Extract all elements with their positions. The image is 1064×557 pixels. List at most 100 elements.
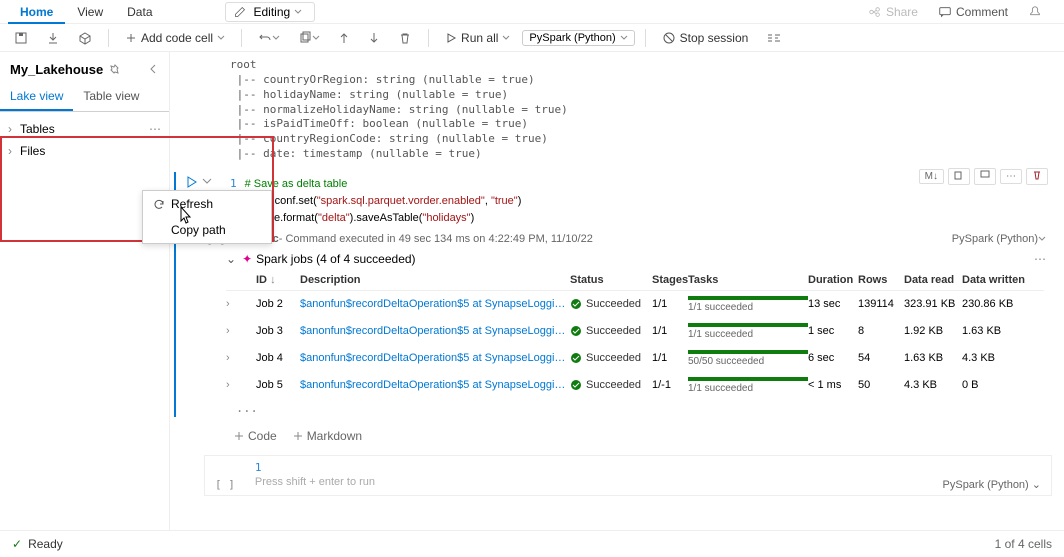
tab-view[interactable]: View xyxy=(65,0,115,24)
variables-icon xyxy=(766,31,782,45)
add-cell-row: Code Markdown xyxy=(174,421,1064,451)
editing-mode-dropdown[interactable]: Editing xyxy=(225,2,316,22)
cell-more-button[interactable]: ⋯ xyxy=(1000,169,1022,184)
comment-icon xyxy=(938,5,952,19)
table-header: ID ↓ Description Status Stages Tasks Dur… xyxy=(226,270,1044,291)
plus-icon xyxy=(125,32,137,44)
expand-row-button[interactable]: › xyxy=(226,352,256,364)
collapse-sidebar-button[interactable] xyxy=(149,62,159,77)
stop-session-button[interactable]: Stop session xyxy=(656,27,755,49)
success-icon xyxy=(570,352,582,364)
comment-button[interactable]: Comment xyxy=(928,5,1018,19)
share-icon xyxy=(868,5,882,19)
tree-item-tables[interactable]: › Tables ⋯ xyxy=(0,118,169,140)
code-content[interactable]: # Save as delta table spark.conf.set("sp… xyxy=(245,176,522,227)
trash-icon xyxy=(398,31,412,45)
cell-comment-button[interactable] xyxy=(974,168,996,185)
check-circle-icon: ✓ xyxy=(12,537,22,551)
comment-icon xyxy=(980,170,990,180)
save-icon xyxy=(14,31,28,45)
more-icon[interactable]: ⋯ xyxy=(1034,252,1046,266)
spark-jobs-table: ID ↓ Description Status Stages Tasks Dur… xyxy=(226,270,1044,399)
chevron-down-icon[interactable] xyxy=(1038,235,1046,243)
properties-button[interactable] xyxy=(72,27,98,49)
bell-icon xyxy=(1028,5,1042,19)
arrow-up-icon xyxy=(338,31,350,45)
cell-count: 1 of 4 cells xyxy=(995,537,1052,551)
sidebar: My_Lakehouse Lake view Table view › Tabl… xyxy=(0,52,170,530)
execution-status: [5] ✓ 49 sec - Command executed in 49 se… xyxy=(176,231,1058,248)
cell-delete-button[interactable] xyxy=(1026,168,1048,185)
undo-icon xyxy=(258,31,272,45)
save-button[interactable] xyxy=(8,27,34,49)
job-description-link[interactable]: $anonfun$recordDeltaOperation$5 at Synap… xyxy=(300,352,570,364)
move-down-button[interactable] xyxy=(362,27,386,49)
job-description-link[interactable]: $anonfun$recordDeltaOperation$5 at Synap… xyxy=(300,325,570,337)
notifications-button[interactable] xyxy=(1018,5,1056,19)
more-icon[interactable]: ⋯ xyxy=(149,122,161,136)
success-icon xyxy=(570,379,582,391)
play-icon xyxy=(445,32,457,44)
output-ellipsis: ... xyxy=(176,399,1058,417)
plus-icon xyxy=(234,431,244,441)
expand-row-button[interactable]: › xyxy=(226,298,256,310)
share-button[interactable]: Share xyxy=(858,5,928,19)
tab-data[interactable]: Data xyxy=(115,0,164,24)
trash-icon xyxy=(1032,170,1042,180)
arrow-down-icon xyxy=(368,31,380,45)
plus-icon xyxy=(293,431,303,441)
ctx-copy-path[interactable]: Copy path xyxy=(143,217,271,243)
cube-icon xyxy=(78,31,92,45)
expand-row-button[interactable]: › xyxy=(226,325,256,337)
toolbar: Add code cell Run all PySpark (Python) S… xyxy=(0,24,1064,52)
chevron-down-icon xyxy=(217,34,225,42)
spark-jobs-header[interactable]: ⌄ ✦ Spark jobs (4 of 4 succeeded) ⋯ xyxy=(176,248,1058,270)
cell-copy-button[interactable] xyxy=(948,168,970,185)
context-menu: Refresh Copy path xyxy=(142,190,272,244)
add-markdown-button[interactable]: Markdown xyxy=(293,429,362,443)
cell-run-controls xyxy=(186,176,212,188)
add-code-button[interactable]: Code xyxy=(234,429,277,443)
markdown-toggle[interactable]: M↓ xyxy=(919,169,944,184)
cell-kernel-label[interactable]: PySpark (Python) ⌄ xyxy=(943,478,1041,491)
job-description-link[interactable]: $anonfun$recordDeltaOperation$5 at Synap… xyxy=(300,298,570,310)
chevron-down-icon xyxy=(272,34,280,42)
tab-home[interactable]: Home xyxy=(8,0,65,24)
cell-prompt: [ ] xyxy=(215,478,235,491)
add-cell-button[interactable]: Add code cell xyxy=(119,27,231,49)
chevron-down-icon[interactable] xyxy=(202,176,212,188)
chevron-down-icon xyxy=(620,34,628,42)
job-description-link[interactable]: $anonfun$recordDeltaOperation$5 at Synap… xyxy=(300,379,570,391)
pin-icon[interactable] xyxy=(109,64,121,76)
copy-button[interactable] xyxy=(292,27,326,49)
kernel-selector[interactable]: PySpark (Python) xyxy=(522,30,634,46)
code-cell: M↓ ⋯ 1 2 3 # Save as delta table spark.c… xyxy=(174,172,1058,417)
status-text: Ready xyxy=(28,537,63,551)
copy-icon xyxy=(954,170,964,180)
cell-toolbar: M↓ ⋯ xyxy=(919,168,1048,185)
ctx-refresh[interactable]: Refresh xyxy=(143,191,271,217)
play-icon[interactable] xyxy=(186,176,198,188)
chevron-left-icon xyxy=(149,64,159,74)
table-row: ›Job 3$anonfun$recordDeltaOperation$5 at… xyxy=(226,318,1044,345)
delete-button[interactable] xyxy=(392,27,418,49)
success-icon xyxy=(570,325,582,337)
undo-button[interactable] xyxy=(252,27,286,49)
empty-code-cell[interactable]: [ ] 1 Press shift + enter to run PySpark… xyxy=(204,455,1052,496)
run-all-button[interactable]: Run all xyxy=(439,27,516,49)
notebook: root |-- countryOrRegion: string (nullab… xyxy=(170,52,1064,530)
expand-row-button[interactable]: › xyxy=(226,379,256,391)
chevron-right-icon: › xyxy=(8,122,20,136)
tree-item-files[interactable]: › Files xyxy=(0,140,169,162)
spark-icon: ✦ xyxy=(242,252,252,266)
statusbar: ✓ Ready 1 of 4 cells xyxy=(0,530,1064,556)
table-view-tab[interactable]: Table view xyxy=(73,83,149,111)
chevron-down-icon: ⌄ xyxy=(226,252,236,266)
chevron-down-icon xyxy=(294,8,302,16)
download-button[interactable] xyxy=(40,27,66,49)
lake-view-tab[interactable]: Lake view xyxy=(0,83,73,111)
refresh-icon xyxy=(153,198,165,210)
variables-button[interactable] xyxy=(760,27,788,49)
move-up-button[interactable] xyxy=(332,27,356,49)
chevron-right-icon: › xyxy=(8,144,20,158)
